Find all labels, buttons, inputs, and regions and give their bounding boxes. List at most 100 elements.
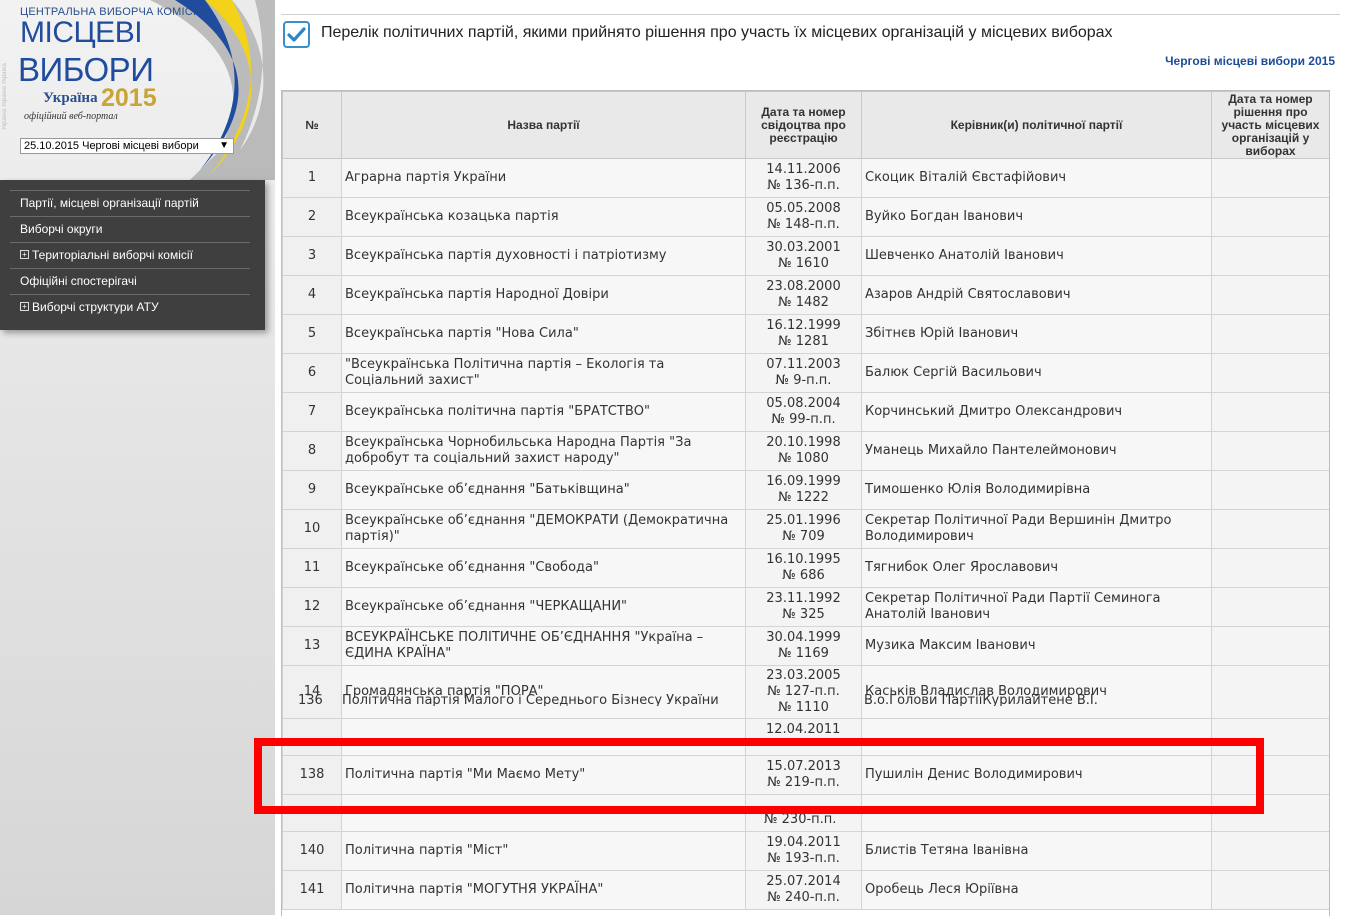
registration-date: 30.03.2001 <box>766 240 841 255</box>
ghost-row-137-date: 12.04.2011 <box>766 722 841 736</box>
row-number: 2 <box>282 197 342 237</box>
decision-cell <box>1211 548 1329 588</box>
party-leader: Корчинський Дмитро Олександрович <box>861 392 1212 432</box>
logo-subtitle: офіційний веб-портал <box>24 111 118 122</box>
decision-cell <box>1211 158 1329 198</box>
party-leader: Шевченко Анатолій Іванович <box>861 236 1212 276</box>
sidebar: Україна Україна Україна ЦЕНТРАЛЬНА ВИБОР… <box>0 0 275 915</box>
logo-title-line1[interactable]: МІСЦЕВІ <box>20 16 143 50</box>
certificate-number: № 1222 <box>778 490 829 505</box>
party-name[interactable]: Всеукраїнська партія "Нова Сила" <box>341 314 746 354</box>
column-header-decision[interactable]: Дата та номер рішення про участь місцеви… <box>1211 91 1329 159</box>
nav-item-districts[interactable]: Виборчі округи <box>10 216 250 241</box>
party-leader: Секретар Політичної Ради Вершинін Дмитро… <box>861 509 1212 549</box>
nav-item-commissions[interactable]: + Територіальні виборчі комісії <box>10 242 250 267</box>
ghost-row-136-number: 136 <box>298 693 323 706</box>
expand-plus-icon[interactable]: + <box>20 250 29 260</box>
header-divider <box>281 14 1340 15</box>
row-number: 3 <box>282 236 342 276</box>
party-name[interactable]: Громадянська партія "ПОРА" <box>341 665 746 719</box>
page-title: Перелік політичних партій, якими прийнят… <box>321 24 1113 41</box>
row-number: 11 <box>282 548 342 588</box>
table-row[interactable]: 10 Всеукраїнське об’єднання "ДЕМОКРАТИ (Д… <box>282 509 1329 549</box>
certificate-number: № 240-п.п. <box>767 890 840 905</box>
party-leader: Уманець Михайло Пантелеймонович <box>861 431 1212 471</box>
table-row[interactable]: 141 Політична партія "МОГУТНЯ УКРАЇНА" 25.… <box>282 870 1329 910</box>
decision-cell <box>1211 275 1329 315</box>
election-link[interactable]: Чергові місцеві вибори 2015 <box>1165 54 1335 68</box>
nav-item-label: Офіційні спостерігачі <box>20 274 137 288</box>
table-row[interactable]: 3 Всеукраїнська партія духовності і патрі… <box>282 236 1329 276</box>
row-number: 12 <box>282 587 342 627</box>
decision-cell <box>1211 353 1329 393</box>
checkbox-checked-icon <box>283 21 310 48</box>
table-header-row: № Назва партії Дата та номер свідоцтва п… <box>282 91 1329 159</box>
party-name[interactable]: Всеукраїнське об’єднання "ДЕМОКРАТИ (Дем… <box>341 509 746 549</box>
party-leader: Збітнєв Юрій Іванович <box>861 314 1212 354</box>
table-row[interactable]: 7 Всеукраїнська політична партія "БРАТСТВ… <box>282 392 1329 432</box>
row-number: 13 <box>282 626 342 666</box>
column-header-leader[interactable]: Керівник(и) політичної партії <box>861 91 1212 159</box>
registration-cert: 25.07.2014 № 240-п.п. <box>745 870 862 910</box>
election-select[interactable]: 25.10.2015 Чергові місцеві вибори ▼ <box>20 138 234 154</box>
table-row[interactable]: 8 Всеукраїнська Чорнобильська Народна Пар… <box>282 431 1329 471</box>
row-number: 8 <box>282 431 342 471</box>
registration-date: 07.11.2003 <box>766 357 841 372</box>
table-row[interactable]: 1 Аграрна партія України 14.11.2006 № 136-п… <box>282 158 1329 198</box>
table-row[interactable]: 2 Всеукраїнська козацька партія 05.05.2008… <box>282 197 1329 237</box>
nav-item-observers[interactable]: Офіційні спостерігачі <box>10 268 250 293</box>
column-header-registration[interactable]: Дата та номер свідоцтва про реєстрацію <box>745 91 862 159</box>
table-row[interactable]: 4 Всеукраїнська партія Народної Довіри 23.… <box>282 275 1329 315</box>
decision-cell <box>1211 587 1329 627</box>
registration-cert: 23.03.2005 № 127-п.п. № 1110 <box>745 665 862 719</box>
party-name[interactable]: Всеукраїнське об’єднання "Батьківщина" <box>341 470 746 510</box>
expand-plus-icon[interactable]: + <box>20 302 29 312</box>
registration-cert: 05.05.2008 № 148-п.п. <box>745 197 862 237</box>
registration-date: 16.12.1999 <box>766 318 841 333</box>
party-leader: Музика Максим Іванович <box>861 626 1212 666</box>
party-name[interactable]: Всеукраїнська партія духовності і патріо… <box>341 236 746 276</box>
table-row[interactable]: 5 Всеукраїнська партія "Нова Сила" 16.12.1… <box>282 314 1329 354</box>
decision-cell <box>1211 509 1329 549</box>
party-name[interactable]: Політична партія "Міст" <box>341 831 746 871</box>
party-leader: Вуйко Богдан Іванович <box>861 197 1212 237</box>
party-leader: Блистів Тетяна Іванівна <box>861 831 1212 871</box>
table-row[interactable]: 6 "Всеукраїнська Політична партія – Еколо… <box>282 353 1329 393</box>
nav-item-label: Виборчі структури АТУ <box>32 300 159 314</box>
dropdown-arrow-icon[interactable]: ▼ <box>219 139 229 153</box>
decision-cell <box>1211 314 1329 354</box>
party-name[interactable]: Всеукраїнська козацька партія <box>341 197 746 237</box>
party-name[interactable]: Аграрна партія України <box>341 158 746 198</box>
table-row[interactable]: 11 Всеукраїнське об’єднання "Свобода" 16.1… <box>282 548 1329 588</box>
party-name[interactable]: ВСЕУКРАЇНСЬКЕ ПОЛІТИЧНЕ ОБ’ЄДНАННЯ "Укра… <box>341 626 746 666</box>
party-name[interactable]: Всеукраїнське об’єднання "Свобода" <box>341 548 746 588</box>
table-row[interactable]: 140 Політична партія "Міст" 19.04.2011 № 19… <box>282 831 1329 871</box>
row-number: 5 <box>282 314 342 354</box>
registration-date: 05.05.2008 <box>766 201 841 216</box>
nav-item-parties[interactable]: Партії, місцеві організації партій <box>10 190 250 215</box>
party-name[interactable]: "Всеукраїнська Політична партія – Еколог… <box>341 353 746 393</box>
certificate-number: № 1482 <box>778 295 829 310</box>
row-number: 6 <box>282 353 342 393</box>
table-row[interactable]: 12 Всеукраїнське об’єднання "ЧЕРКАЩАНИ" 23… <box>282 587 1329 627</box>
table-row[interactable]: 13 ВСЕУКРАЇНСЬКЕ ПОЛІТИЧНЕ ОБ’ЄДНАННЯ "Ук… <box>282 626 1329 666</box>
column-header-number[interactable]: № <box>282 91 342 159</box>
table-row[interactable]: 9 Всеукраїнське об’єднання "Батьківщина" 1… <box>282 470 1329 510</box>
party-name[interactable]: Всеукраїнська партія Народної Довіри <box>341 275 746 315</box>
party-name[interactable]: Всеукраїнська Чорнобильська Народна Парт… <box>341 431 746 471</box>
registration-cert: 25.01.1996 № 709 <box>745 509 862 549</box>
party-name[interactable]: Всеукраїнська політична партія "БРАТСТВО… <box>341 392 746 432</box>
party-name[interactable]: Всеукраїнське об’єднання "ЧЕРКАЩАНИ" <box>341 587 746 627</box>
decision-cell <box>1211 870 1329 910</box>
registration-date: 25.01.1996 <box>766 513 841 528</box>
certificate-number: № 127-п.п. <box>767 684 840 699</box>
registration-cert: 30.03.2001 № 1610 <box>745 236 862 276</box>
decision-cell <box>1211 431 1329 471</box>
party-name[interactable]: Політична партія "МОГУТНЯ УКРАЇНА" <box>341 870 746 910</box>
certificate-number: № 9-п.п. <box>775 373 832 388</box>
table-row[interactable]: 14 Громадянська партія "ПОРА" 23.03.2005 № … <box>282 665 1329 719</box>
column-header-party-name[interactable]: Назва партії <box>341 91 746 159</box>
party-leader: Балюк Сергій Васильович <box>861 353 1212 393</box>
nav-item-atu-structures[interactable]: + Виборчі структури АТУ <box>10 294 250 319</box>
row-number: 4 <box>282 275 342 315</box>
